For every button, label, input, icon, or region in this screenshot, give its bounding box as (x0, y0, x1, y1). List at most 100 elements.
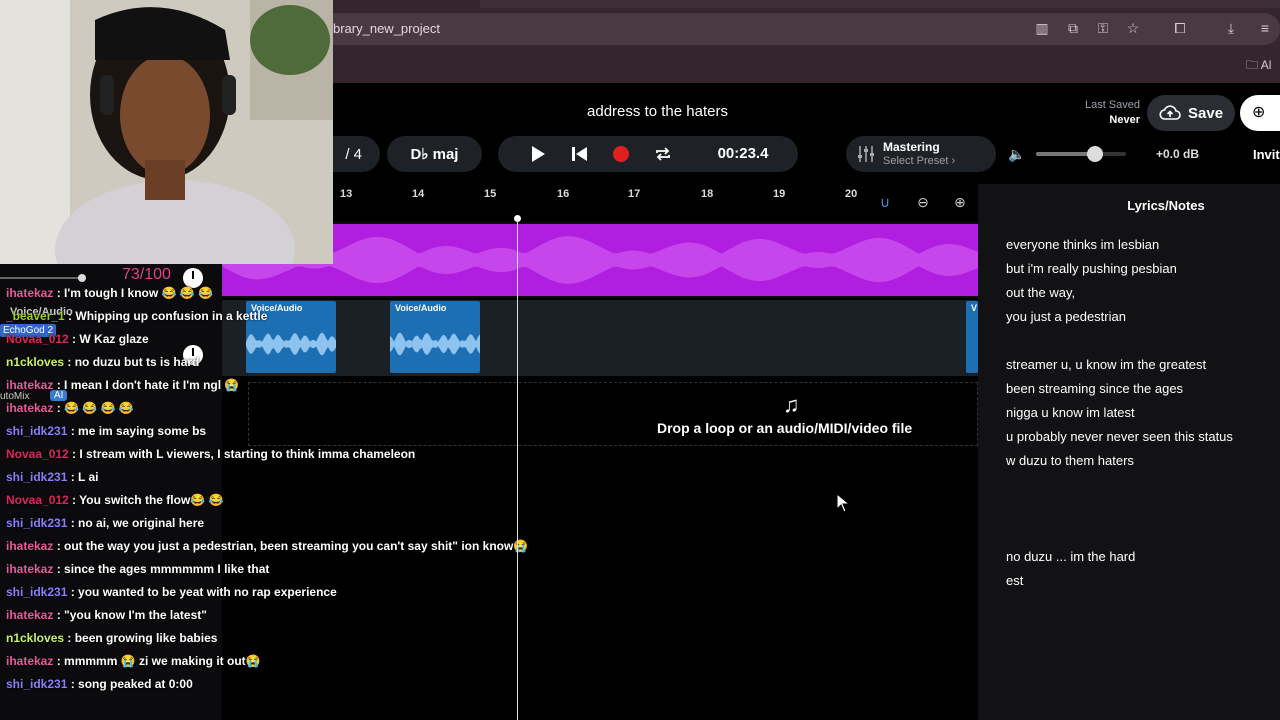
record-button[interactable] (609, 136, 633, 172)
chat-message: shi_idk231 : song peaked at 0:00 (6, 677, 193, 691)
lyric-line: you just a pedestrian (1006, 309, 1126, 324)
chat-text: : Whipping up confusion in a kettle (64, 309, 268, 323)
track-volume-handle[interactable] (78, 274, 86, 282)
invite-button[interactable]: Invit (1253, 147, 1280, 162)
track-1-waveform (222, 224, 978, 296)
lyrics-title: Lyrics/Notes (1127, 198, 1205, 213)
bookmark-star-icon[interactable]: ☆ (1124, 19, 1142, 37)
language-button[interactable]: ⊕ (1240, 95, 1280, 131)
master-db-readout: +0.0 dB (1156, 147, 1200, 161)
chat-text: : I mean I don't hate it I'm ngl 😭 (53, 378, 240, 392)
sliders-icon (858, 146, 874, 162)
download-icon[interactable]: ⤓ (1222, 19, 1240, 37)
lyric-line (1006, 329, 1280, 353)
chat-text: : since the ages mmmmmm I like that (53, 562, 270, 576)
track-volume-slider[interactable] (0, 277, 85, 279)
drop-zone-text: Drop a loop or an audio/MIDI/video file (657, 420, 913, 436)
record-icon (613, 146, 629, 162)
mastering-label: Mastering (883, 140, 940, 154)
chat-username: Novaa_012 (6, 447, 69, 461)
chat-message: shi_idk231 : L ai (6, 470, 99, 484)
save-button[interactable]: Save (1147, 95, 1235, 131)
chat-text: : song peaked at 0:00 (67, 677, 193, 691)
audio-clip[interactable]: Voice/Audio (390, 301, 480, 373)
loop-button[interactable] (651, 136, 675, 172)
ruler-bar: 15 (484, 188, 497, 200)
chat-message: ihatekaz : "you know I'm the latest" (6, 608, 207, 622)
lyric-line: but i'm really pushing pesbian (1006, 261, 1177, 276)
chat-username: _beaver_1 (6, 309, 65, 323)
lyric-line: out the way, (1006, 285, 1076, 300)
zoom-in-icon[interactable]: ⊕ (950, 194, 970, 212)
chat-text: : I'm tough I know 😂 😂 😂 (53, 286, 214, 300)
chat-username: shi_idk231 (6, 585, 68, 599)
password-key-icon[interactable]: ⚿ (1094, 19, 1112, 37)
chat-message: ihatekaz : I'm tough I know 😂 😂 😂 (6, 286, 213, 300)
reading-mode-icon[interactable]: ▥ (1033, 19, 1051, 37)
last-saved-label: Last Saved (1084, 99, 1140, 111)
chat-username: shi_idk231 (6, 424, 68, 438)
chat-message: Novaa_012 : W Kaz glaze (6, 332, 149, 346)
install-app-icon[interactable]: ⧉ (1064, 19, 1082, 37)
webcam-overlay (0, 0, 333, 264)
playhead[interactable] (517, 220, 518, 720)
chat-text: : W Kaz glaze (68, 332, 149, 346)
extensions-icon[interactable]: ⧠ (1171, 19, 1189, 37)
ruler-bar: 14 (412, 188, 425, 200)
lyric-line: been streaming since the ages (1006, 381, 1184, 396)
chat-username: ihatekaz (6, 539, 54, 553)
key-selector[interactable]: D♭ maj (387, 136, 482, 172)
lyric-line (1006, 521, 1280, 545)
chat-text: : mmmmm 😭 zi we making it out😭 (53, 654, 261, 668)
volume-icon[interactable]: 🔈 (1008, 146, 1025, 163)
zoom-out-icon[interactable]: ⊖ (913, 194, 933, 212)
chat-username: shi_idk231 (6, 516, 68, 530)
chat-username: shi_idk231 (6, 677, 68, 691)
chat-message: Novaa_012 : I stream with L viewers, I s… (6, 447, 415, 461)
chat-message: shi_idk231 : me im saying some bs (6, 424, 206, 438)
globe-icon: ⊕ (1252, 104, 1266, 121)
master-volume-handle[interactable] (1087, 146, 1103, 162)
lyrics-text-area[interactable]: everyone thinks im lesbian but i'm really… (1006, 233, 1280, 593)
chat-message: shi_idk231 : no ai, we original here (6, 516, 204, 530)
time-display: 00:23.4 (717, 145, 769, 162)
last-saved-value: Never (1109, 114, 1140, 126)
drop-zone[interactable] (248, 382, 978, 446)
clip-label: V (971, 303, 978, 313)
lyric-line: est (1006, 573, 1024, 588)
rewind-button[interactable] (567, 136, 591, 172)
chat-username: ihatekaz (6, 654, 54, 668)
ruler-bar: 17 (628, 188, 641, 200)
streamer-webcam-image (0, 0, 333, 264)
project-title[interactable]: address to the haters (560, 103, 755, 120)
chat-message: n1ckloves : no duzu but ts is hard (6, 355, 199, 369)
chat-text: : you wanted to be yeat with no rap expe… (67, 585, 337, 599)
chat-username: ihatekaz (6, 608, 54, 622)
chat-text: : 😂 😂 😂 😂 (53, 401, 134, 415)
lyric-line: streamer u, u know im the greatest (1006, 357, 1207, 372)
play-button[interactable] (526, 136, 550, 172)
magnet-snap-icon[interactable]: ∪ (875, 194, 895, 212)
chat-username: ihatekaz (6, 378, 54, 392)
folder-icon: 🗀 (1246, 58, 1261, 72)
menu-icon[interactable]: ≡ (1256, 19, 1274, 37)
url-text[interactable]: brary_new_project (333, 21, 440, 36)
timeline-ruler[interactable] (222, 184, 978, 220)
chat-message: n1ckloves : been growing like babies (6, 631, 217, 645)
chat-username: n1ckloves (6, 631, 65, 645)
ruler-bar: 16 (557, 188, 570, 200)
lyric-line: everyone thinks im lesbian (1006, 237, 1160, 252)
loop-icon (656, 147, 670, 161)
all-bookmarks-link[interactable]: 🗀 Al (1246, 56, 1271, 77)
last-saved-status: Last Saved Never (1070, 98, 1140, 128)
chat-username: ihatekaz (6, 401, 54, 415)
cloud-upload-icon (1159, 105, 1181, 120)
select-preset-label[interactable]: Select Preset › (883, 155, 955, 167)
music-note-add-icon: ♫ (783, 392, 800, 417)
chat-message: ihatekaz : since the ages mmmmmm I like … (6, 562, 269, 576)
pan-knob[interactable] (183, 268, 203, 288)
chat-username: Novaa_012 (6, 332, 69, 346)
chat-message: ihatekaz : 😂 😂 😂 😂 (6, 401, 134, 415)
audio-clip[interactable]: V (966, 301, 978, 373)
lyric-line: no duzu ... im the hard (1006, 549, 1136, 564)
